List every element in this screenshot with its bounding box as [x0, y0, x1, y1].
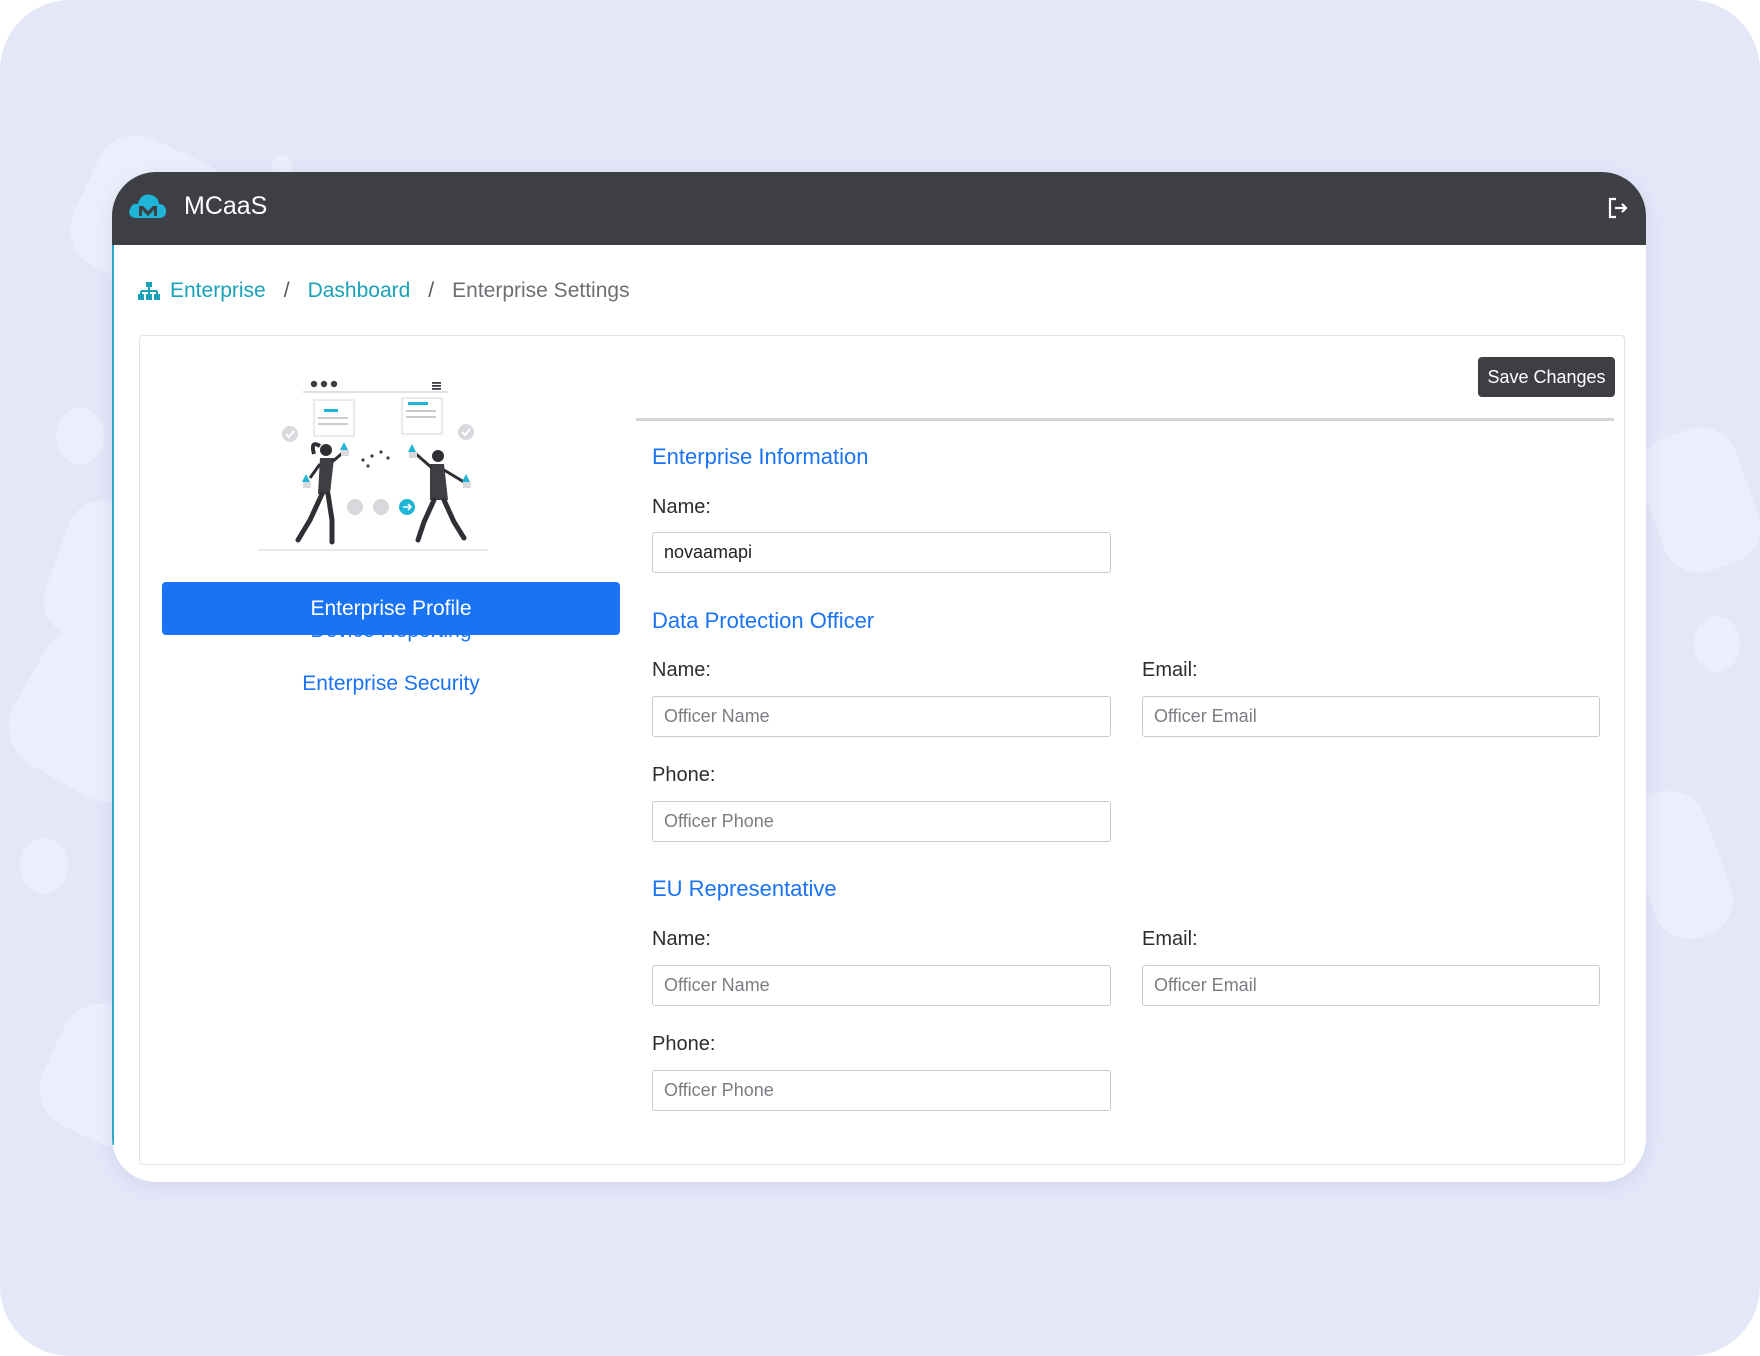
eu-rep-email-input[interactable]: [1142, 965, 1600, 1006]
enterprise-name-label: Name:: [652, 496, 711, 518]
breadcrumb-enterprise-link[interactable]: Enterprise: [170, 279, 266, 303]
settings-card: Enterprise Profile Device Reporting Ente…: [139, 335, 1625, 1165]
background-blob: [1694, 616, 1740, 672]
eu-rep-name-label: Name:: [652, 928, 711, 950]
breadcrumb-separator: /: [283, 279, 290, 302]
breadcrumb-separator: /: [428, 279, 435, 302]
dpo-phone-input[interactable]: [652, 801, 1111, 842]
left-accent-line: [112, 245, 114, 1145]
breadcrumb-current-page: Enterprise Settings: [452, 279, 630, 302]
cloud-m-logo-icon: [129, 194, 167, 218]
dpo-phone-label: Phone:: [652, 764, 716, 786]
breadcrumb: Enterprise / Dashboard / Enterprise Sett…: [138, 276, 630, 306]
save-button[interactable]: Save Changes: [1478, 357, 1615, 397]
eu-rep-phone-input[interactable]: [652, 1070, 1111, 1111]
eu-rep-email-label: Email:: [1142, 928, 1198, 950]
enterprise-name-input[interactable]: [652, 532, 1111, 573]
eu-representative-heading: EU Representative: [652, 876, 837, 901]
logout-icon[interactable]: [1606, 196, 1630, 220]
eu-rep-phone-label: Phone:: [652, 1033, 716, 1055]
dpo-email-label: Email:: [1142, 659, 1198, 681]
breadcrumb-dashboard-link[interactable]: Dashboard: [308, 279, 411, 303]
background-stage: MCaaS Enterprise / Dashboard / Enterpris…: [0, 0, 1760, 1356]
section-divider: [636, 418, 1614, 421]
dpo-name-input[interactable]: [652, 696, 1111, 737]
eu-rep-name-input[interactable]: [652, 965, 1111, 1006]
background-blob: [1629, 417, 1760, 583]
app-window: MCaaS Enterprise / Dashboard / Enterpris…: [112, 172, 1646, 1182]
team-collaboration-illustration: [258, 380, 488, 551]
sitemap-icon: [138, 282, 160, 300]
dpo-email-input[interactable]: [1142, 696, 1600, 737]
sidebar-item-enterprise-security[interactable]: Enterprise Security: [162, 672, 620, 696]
sidebar-item-device-reporting[interactable]: Device Reporting: [162, 619, 620, 643]
dpo-heading: Data Protection Officer: [652, 608, 875, 633]
app-title: MCaaS: [184, 192, 268, 220]
dpo-name-label: Name:: [652, 659, 711, 681]
enterprise-information-heading: Enterprise Information: [652, 444, 869, 469]
background-blob: [56, 408, 104, 464]
background-blob: [20, 838, 68, 894]
top-navbar: MCaaS: [112, 172, 1646, 245]
